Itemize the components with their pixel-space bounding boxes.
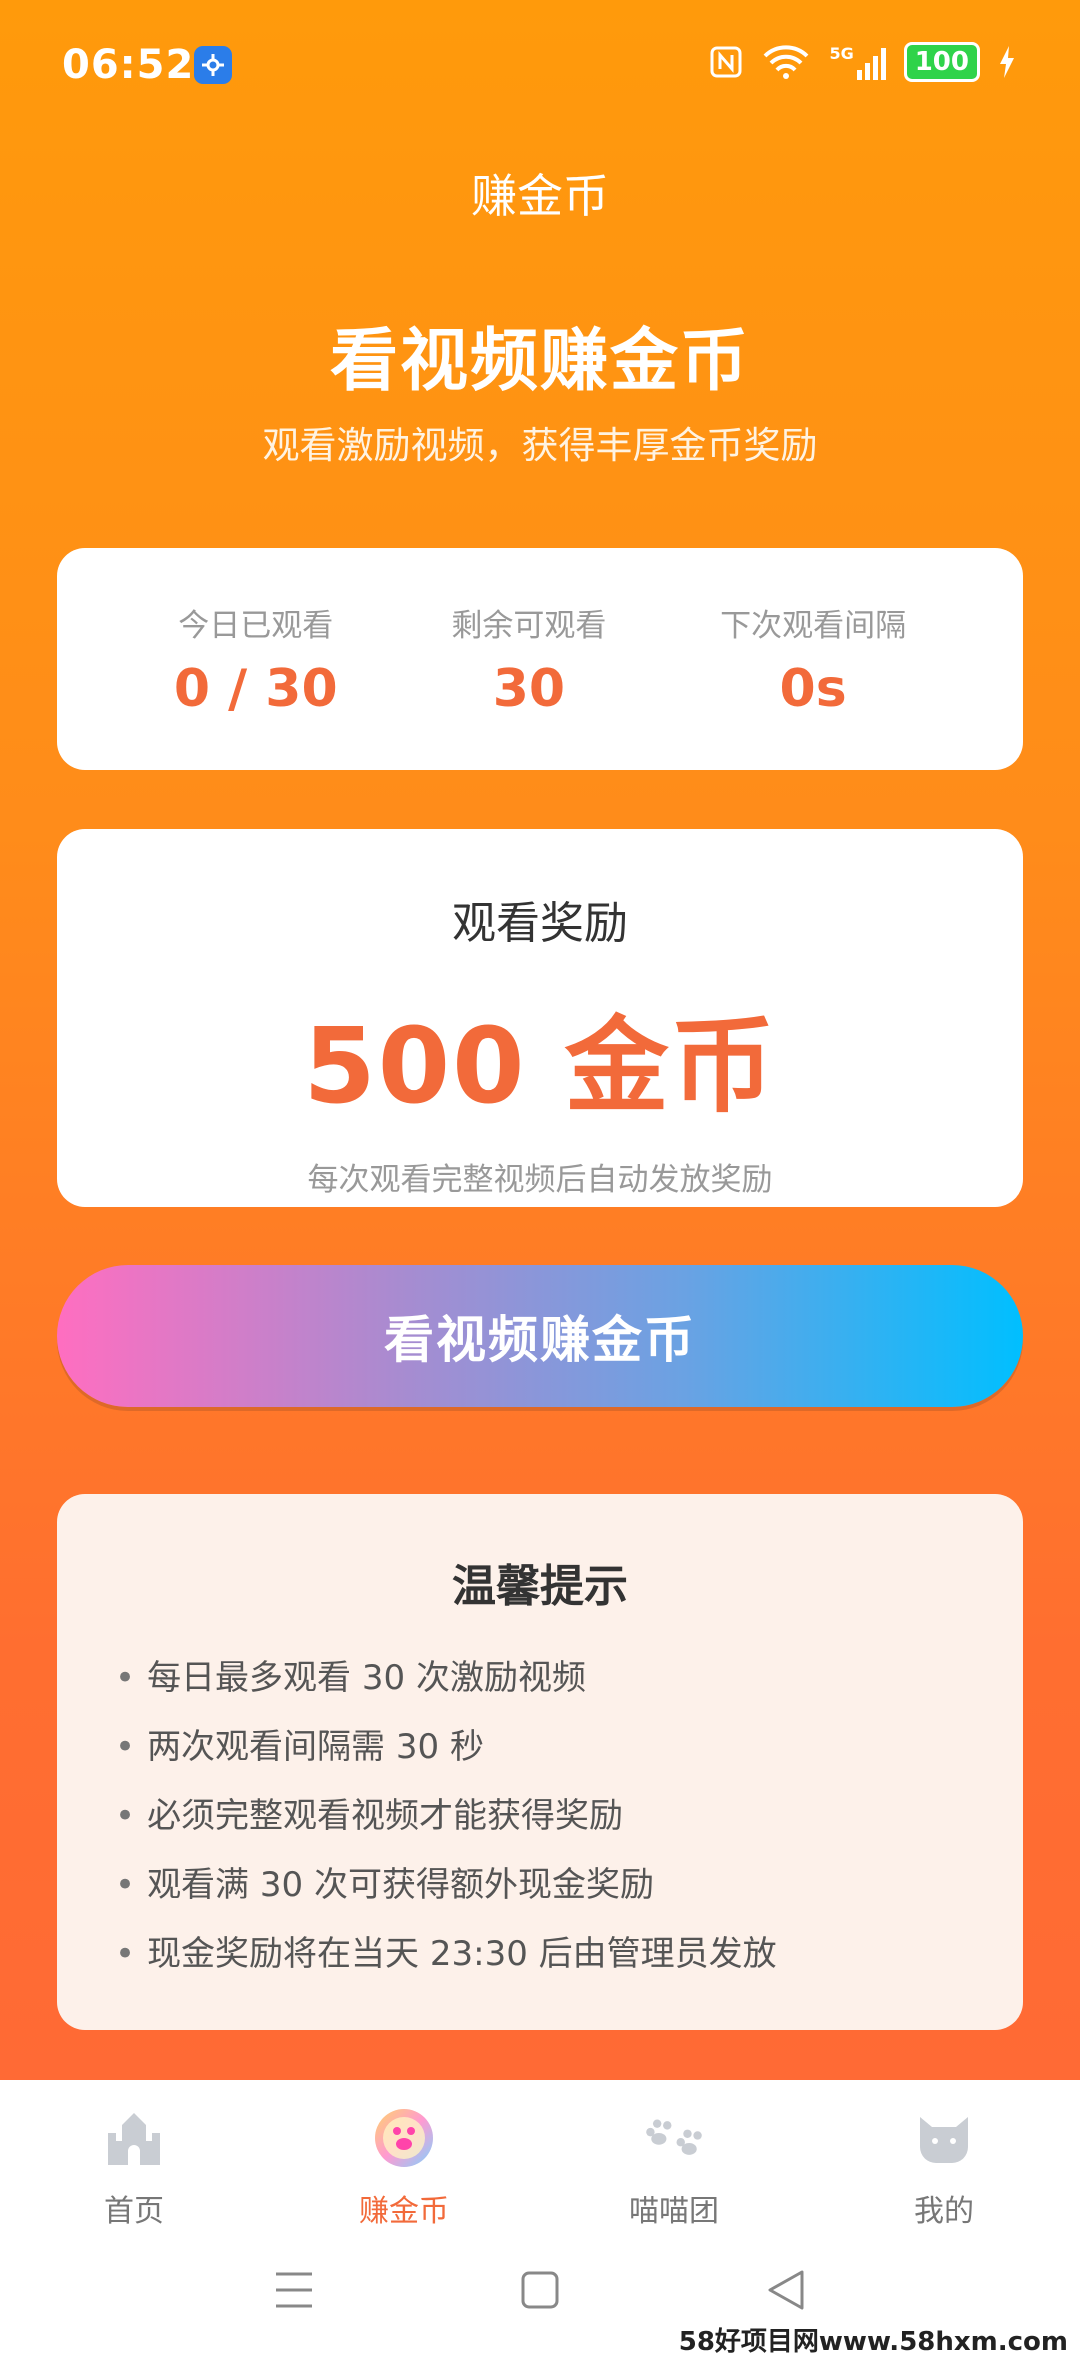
tip-item: 现金奖励将在当天 23:30 后由管理员发放 (115, 1920, 1023, 1989)
tips-list: 每日最多观看 30 次激励视频 两次观看间隔需 30 秒 必须完整观看视频才能获… (57, 1644, 1023, 1989)
charging-icon (1000, 46, 1014, 78)
tip-item: 每日最多观看 30 次激励视频 (115, 1644, 1023, 1713)
reward-label: 观看奖励 (452, 898, 628, 949)
tips-card: 温馨提示 每日最多观看 30 次激励视频 两次观看间隔需 30 秒 必须完整观看… (57, 1494, 1023, 2030)
tab-label: 赚金币 (359, 2194, 449, 2229)
home-square-icon[interactable] (520, 2268, 560, 2316)
tip-item: 必须完整观看视频才能获得奖励 (115, 1782, 1023, 1851)
tab-home[interactable]: 首页 (34, 2106, 234, 2230)
status-time: 06:52 (62, 42, 195, 88)
watermark: 58好项目网www.58hxm.com (672, 2321, 1074, 2358)
hero-subtitle: 观看激励视频，获得丰厚金币奖励 (262, 424, 818, 467)
reward-amount: 500 金币 (303, 1005, 777, 1127)
stat-next-interval: 下次观看间隔 0s (720, 600, 906, 719)
paw-icon (642, 2106, 706, 2170)
stat-value: 0s (779, 658, 847, 719)
tab-label: 首页 (104, 2194, 164, 2229)
cat-face-icon (912, 2106, 976, 2170)
battery-indicator: 100 (903, 42, 980, 82)
menu-icon[interactable] (274, 2268, 314, 2316)
tab-mine[interactable]: 我的 (844, 2106, 1044, 2230)
watch-video-button[interactable]: 看视频赚金币 (57, 1265, 1023, 1407)
tab-label: 喵喵团 (629, 2194, 719, 2229)
back-triangle-icon[interactable] (766, 2268, 806, 2316)
stat-label: 剩余可观看 (451, 607, 607, 644)
wifi-icon (764, 45, 809, 79)
status-icons: 5G 100 (709, 42, 1016, 82)
nfc-icon (710, 46, 742, 78)
tab-earn-coins[interactable]: 赚金币 (304, 2106, 504, 2230)
app-notification-icon (194, 46, 232, 84)
tab-meow-team[interactable]: 喵喵团 (574, 2106, 774, 2230)
reward-description: 每次观看完整视频后自动发放奖励 (307, 1162, 773, 1198)
hero-title: 看视频赚金币 (329, 322, 750, 401)
coin-icon (372, 2106, 436, 2170)
castle-icon (102, 2106, 166, 2170)
tab-label: 我的 (914, 2194, 974, 2229)
stats-card: 今日已观看 0 / 30 剩余可观看 30 下次观看间隔 0s (57, 548, 1023, 770)
system-navigation-bar (0, 2268, 1080, 2324)
tips-title: 温馨提示 (452, 1561, 628, 1612)
stat-value: 0 / 30 (173, 658, 338, 719)
stat-label: 下次观看间隔 (720, 607, 907, 644)
page-title: 赚金币 (471, 169, 609, 223)
network-type-label: 5G (829, 44, 854, 63)
tip-item: 两次观看间隔需 30 秒 (115, 1713, 1023, 1782)
stat-remaining: 剩余可观看 30 (451, 600, 606, 719)
stat-label: 今日已观看 (178, 607, 334, 644)
tip-item: 观看满 30 次可获得额外现金奖励 (115, 1851, 1023, 1920)
cellular-signal-icon: 5G (829, 44, 886, 80)
stat-watched-today: 今日已观看 0 / 30 (174, 600, 338, 719)
status-bar: 06:52 5G 100 (0, 0, 1080, 130)
reward-card: 观看奖励 500 金币 每次观看完整视频后自动发放奖励 (57, 829, 1023, 1207)
stat-value: 30 (492, 658, 566, 719)
